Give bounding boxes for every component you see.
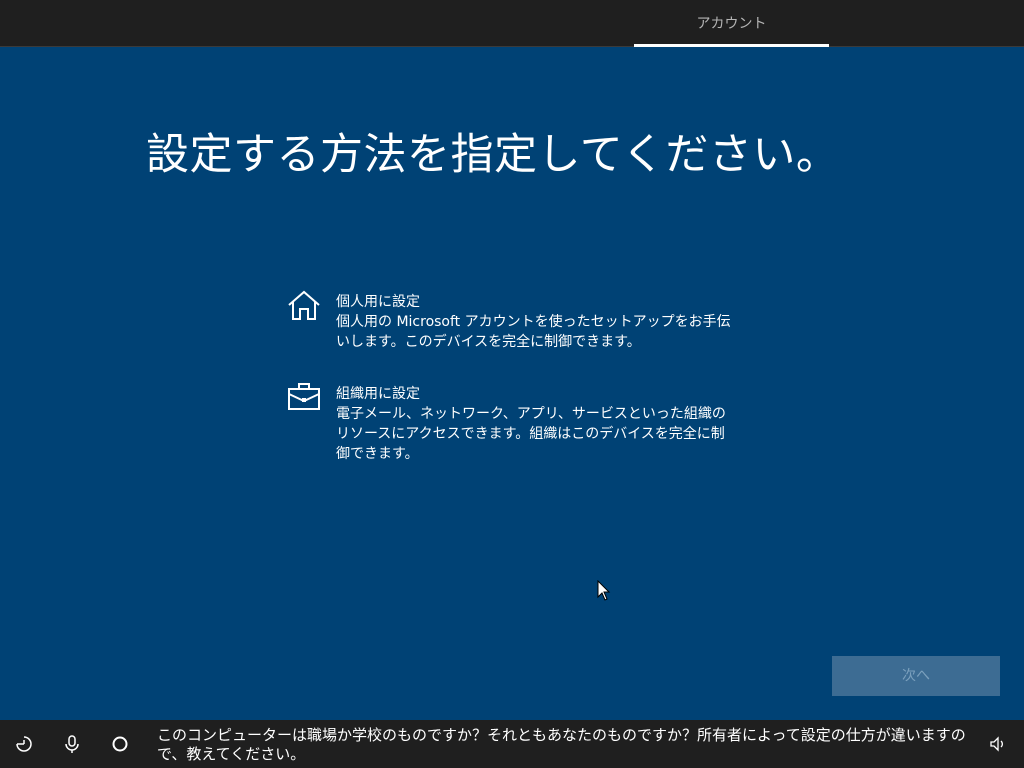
option-personal-use[interactable]: 個人用に設定 個人用の Microsoft アカウントを使ったセットアップをお手… bbox=[286, 288, 746, 378]
volume-icon[interactable] bbox=[988, 734, 1008, 754]
ease-of-access-icon[interactable] bbox=[14, 734, 34, 754]
taskbar: このコンピューターは職場か学校のものですか？それともあなたのものですか？所有者に… bbox=[0, 720, 1024, 768]
narration-caption: このコンピューターは職場か学校のものですか？それともあなたのものですか？所有者に… bbox=[157, 726, 966, 763]
cortana-icon[interactable] bbox=[110, 734, 130, 754]
home-icon bbox=[288, 290, 320, 320]
page-title: 設定する方法を指定してください。 bbox=[146, 130, 840, 180]
oobe-screen: アカウント 設定する方法を指定してください。 個人用に設定 個人用の Micro… bbox=[0, 0, 1024, 768]
step-active-indicator bbox=[634, 44, 829, 47]
next-button[interactable]: 次へ bbox=[832, 656, 1000, 696]
option-personal-label: 個人用に設定 bbox=[336, 294, 420, 310]
briefcase-icon bbox=[288, 383, 320, 410]
option-personal-description: 個人用の Microsoft アカウントを使ったセットアップをお手伝いします。こ… bbox=[336, 314, 731, 350]
microphone-icon[interactable] bbox=[62, 734, 82, 754]
option-organization-label: 組織用に設定 bbox=[336, 386, 420, 402]
mouse-pointer-icon bbox=[597, 580, 611, 601]
step-tab-account: アカウント bbox=[696, 16, 767, 32]
option-organization-description: 電子メール、ネットワーク、アプリ、サービスといった組織のリソースにアクセスできま… bbox=[336, 406, 726, 462]
progress-header: アカウント bbox=[0, 0, 1024, 47]
option-organization-use[interactable]: 組織用に設定 電子メール、ネットワーク、アプリ、サービスといった組織のリソースに… bbox=[286, 380, 746, 470]
